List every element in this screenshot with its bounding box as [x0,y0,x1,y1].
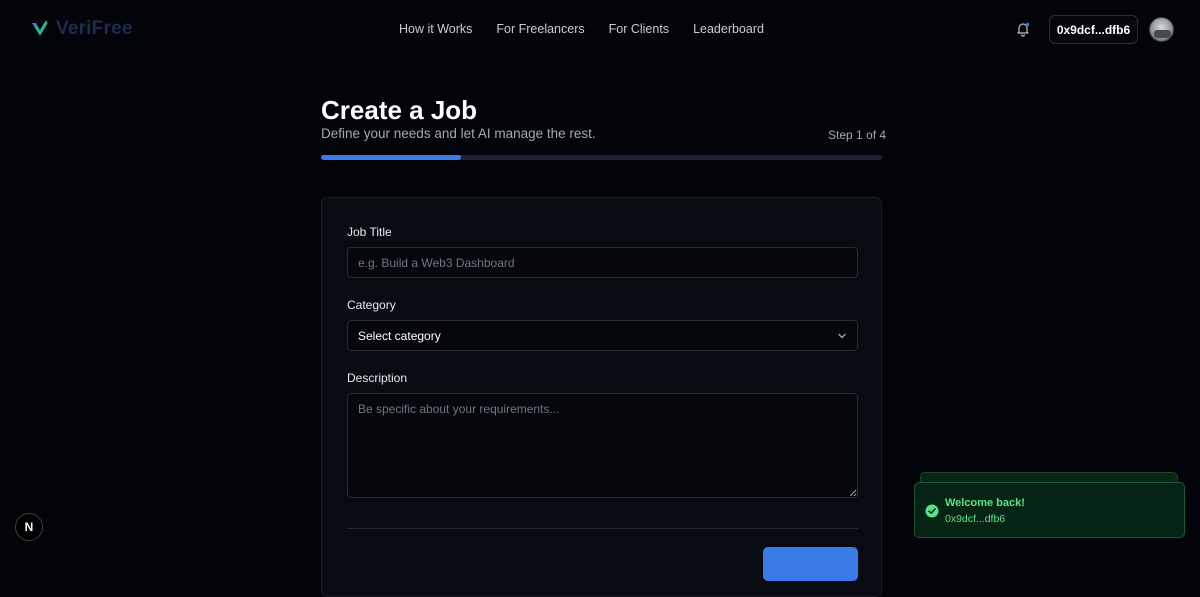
nav-link-leaderboard[interactable]: Leaderboard [693,22,764,36]
description-textarea[interactable] [347,393,858,498]
nav-link-for-clients[interactable]: For Clients [609,22,669,36]
nextjs-dev-badge[interactable]: N [15,513,43,541]
logo-text: VeriFree [56,18,133,39]
category-label: Category [347,298,396,312]
avatar[interactable] [1149,17,1174,42]
wallet-address-button[interactable]: 0x9dcf...dfb6 [1049,15,1138,44]
next-step-button[interactable] [763,547,858,581]
nav-link-how-it-works[interactable]: How it Works [399,22,472,36]
toast-title: Welcome back! [945,497,1025,509]
progress-bar [321,155,882,160]
category-select[interactable]: Select category [347,320,858,351]
chevron-down-icon [838,333,846,338]
check-circle-icon [925,504,939,518]
step-indicator: Step 1 of 4 [828,128,887,142]
job-title-label: Job Title [347,225,392,239]
logo[interactable]: VeriFree [30,18,133,40]
page-title: Create a Job [321,95,478,125]
nav-link-for-freelancers[interactable]: For Freelancers [496,22,584,36]
top-navbar: VeriFree How it Works For Freelancers Fo… [0,0,1200,60]
verifree-logo-icon [32,20,48,36]
welcome-toast[interactable]: Welcome back! 0x9dcf...dfb6 [914,482,1185,538]
job-form-card: Job Title Category Select category Descr… [321,197,882,597]
form-divider [347,528,858,529]
category-select-value: Select category [358,328,441,343]
progress-bar-fill [321,155,462,160]
nav-links: How it Works For Freelancers For Clients… [399,22,764,36]
job-title-input[interactable] [347,247,858,278]
bell-icon[interactable] [1015,21,1031,37]
description-label: Description [347,371,408,385]
toast-subtitle: 0x9dcf...dfb6 [945,513,1006,525]
page-subtitle: Define your needs and let AI manage the … [321,126,596,141]
